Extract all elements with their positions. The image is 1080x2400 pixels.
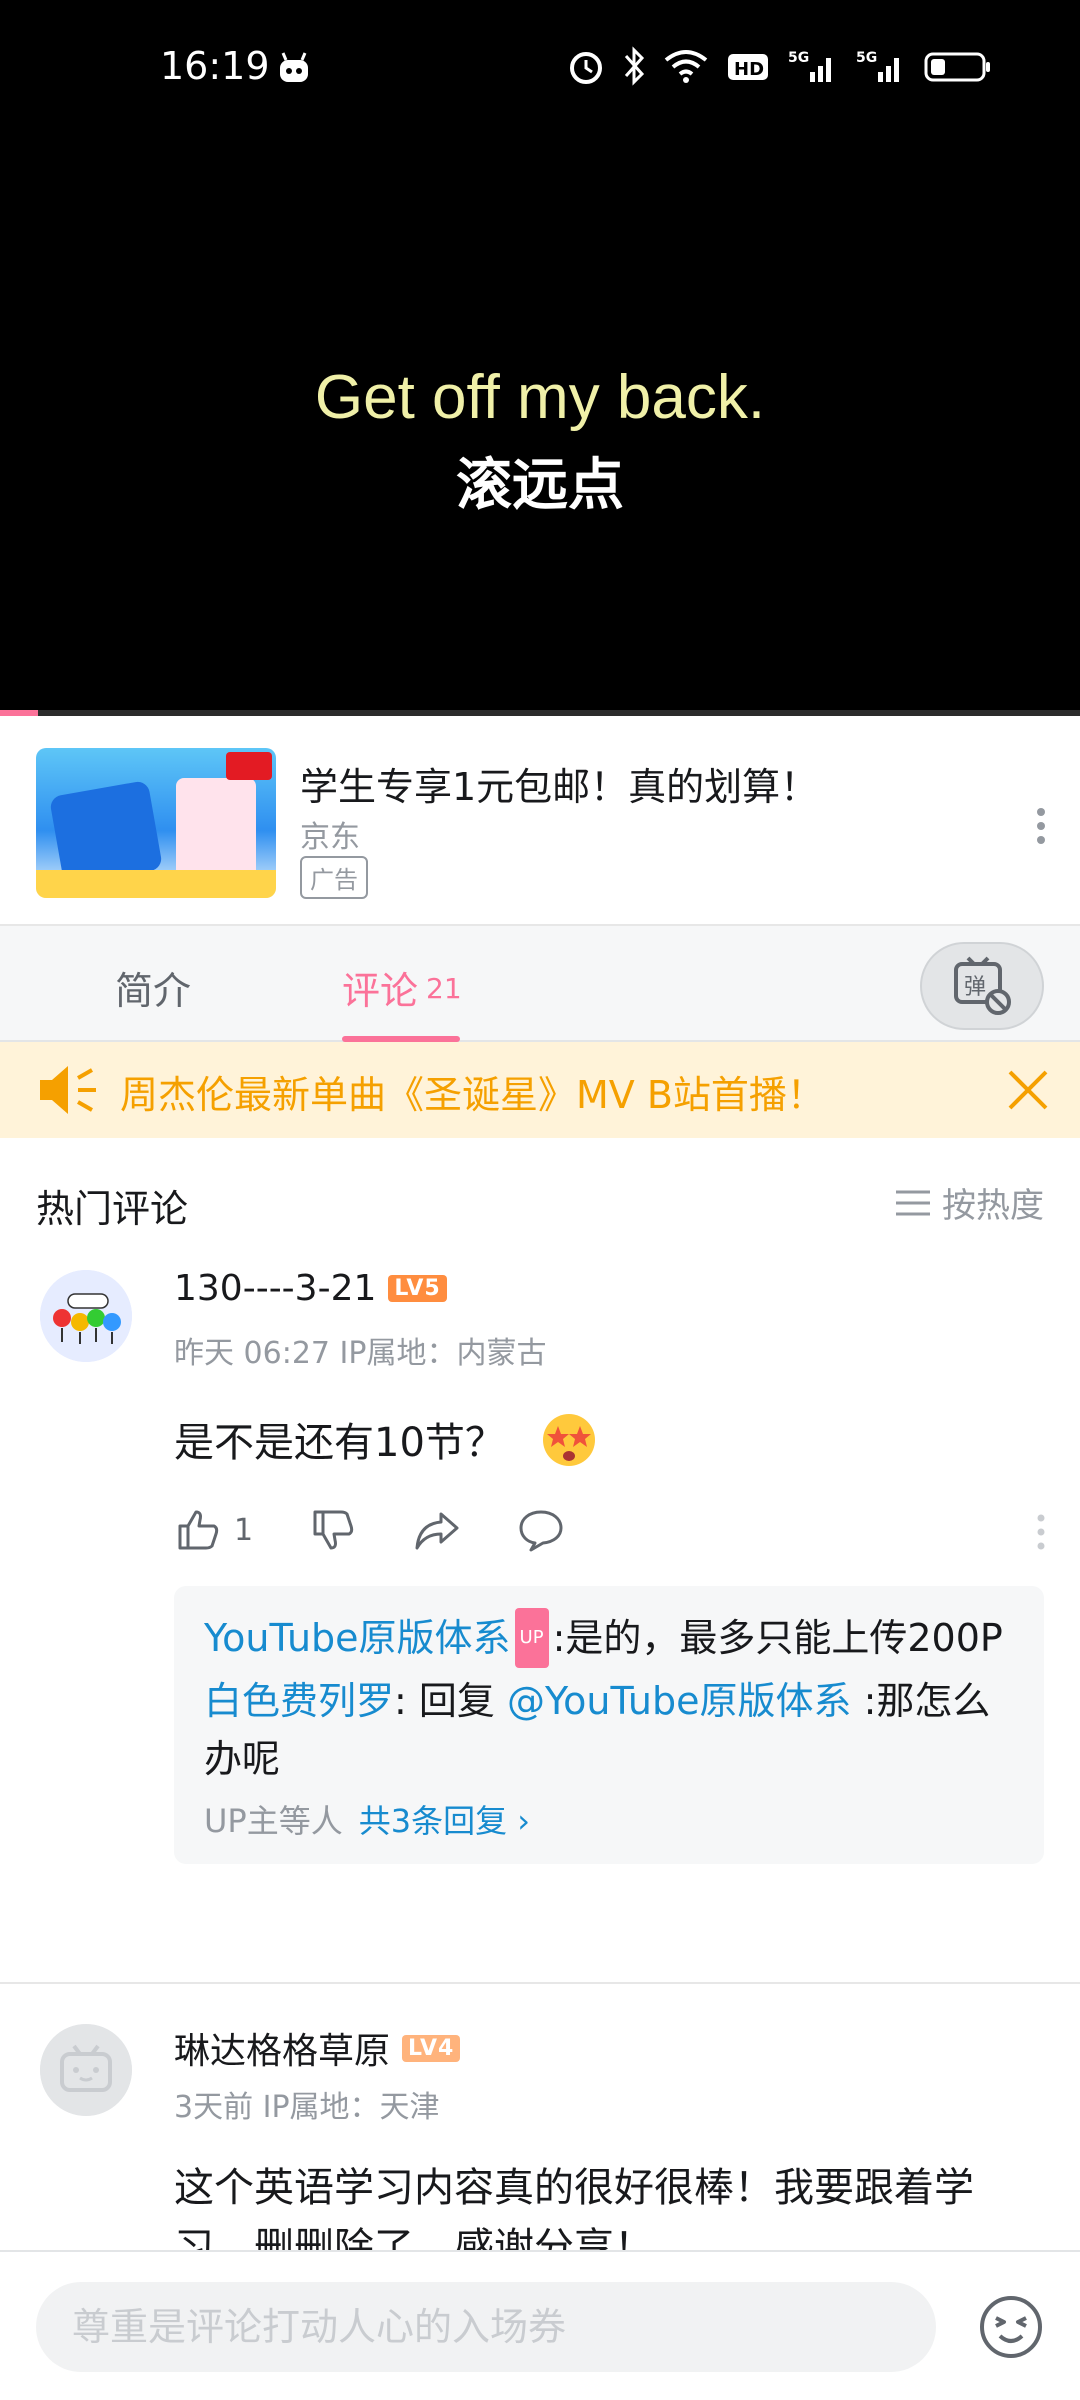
hd-icon: HD <box>728 54 768 80</box>
comment-username[interactable]: 琳达格格草原 LV4 <box>174 2022 461 2074</box>
reply-preview-box[interactable]: YouTube原版体系 UP:是的，最多只能上传200P 白色费列罗: 回复 @Y… <box>174 1586 1044 1864</box>
avatar[interactable] <box>40 1270 132 1362</box>
reply-footer[interactable]: UP主等人 共3条回复 › <box>204 1796 1014 1842</box>
dislike-button[interactable] <box>309 1506 357 1554</box>
tab-intro[interactable]: 简介 <box>115 960 191 1015</box>
svg-text:HD: HD <box>734 59 764 80</box>
hot-comments-title: 热门评论 <box>36 1187 189 1231</box>
level-badge: LV4 <box>402 2034 461 2062</box>
comment-input[interactable] <box>36 2282 936 2372</box>
comment-text: 是不是还有10节？ <box>174 1408 1044 1473</box>
reply-item[interactable]: YouTube原版体系 UP:是的，最多只能上传200P <box>204 1608 1014 1668</box>
comment-username[interactable]: 130----3-21 LV5 <box>174 1268 447 1309</box>
comment-text-content: 是不是还有10节？ <box>174 1420 505 1466</box>
status-time: 16:19 <box>160 44 270 88</box>
video-tabs: 简介 评论 21 弹 <box>0 926 1080 1042</box>
avatar[interactable] <box>40 2024 132 2116</box>
chat-bubble-icon <box>519 1510 563 1552</box>
avatar-image-icon <box>40 1270 132 1362</box>
announcement-text[interactable]: 周杰伦最新单曲《圣诞星》MV B站首播！ <box>120 1064 825 1119</box>
video-player[interactable]: 16:19 HD 5G 5G Get off my back. 滚远点 <box>0 0 1080 716</box>
announcement-bar[interactable]: 周杰伦最新单曲《圣诞星》MV B站首播！ <box>0 1042 1080 1138</box>
emoji-icon[interactable] <box>978 2294 1044 2360</box>
thumbs-up-icon <box>178 1510 219 1550</box>
thumbs-down-icon <box>313 1510 354 1550</box>
reply-item[interactable]: 白色费列罗: 回复 @YouTube原版体系 :那怎么办呢 <box>204 1672 1014 1788</box>
battery-icon <box>924 52 990 82</box>
level-badge: LV5 <box>388 1275 447 1302</box>
more-options-icon[interactable] <box>1036 806 1046 846</box>
default-avatar-icon <box>40 2024 132 2116</box>
alarm-icon <box>570 52 602 84</box>
status-icons: HD 5G 5G <box>568 46 992 86</box>
reply-footer-prefix: UP主等人 <box>204 1802 343 1840</box>
subtitle-english: Get off my back. <box>314 363 766 432</box>
danmaku-toggle-button[interactable]: 弹 <box>920 942 1044 1030</box>
reply-button[interactable] <box>517 1506 565 1554</box>
subtitle-chinese: 滚远点 <box>456 453 624 518</box>
bluetooth-icon <box>624 46 645 86</box>
comment-actions: 1 <box>174 1506 621 1554</box>
status-bar: 16:19 HD 5G 5G <box>0 0 1080 140</box>
more-options-icon[interactable] <box>1036 1512 1046 1552</box>
list-icon <box>896 1190 930 1215</box>
signal-5g-icon: 5G <box>856 50 899 82</box>
danmaku-glyph: 弹 <box>964 975 986 1000</box>
comment-input-bar <box>0 2250 1080 2400</box>
wifi-icon <box>664 50 708 83</box>
share-button[interactable] <box>413 1506 461 1554</box>
comment-meta: 昨天 06:27 IP属地：内蒙古 <box>174 1336 547 1371</box>
tab-comments-label: 评论 <box>342 969 419 1013</box>
reply-text: :是的，最多只能上传200P <box>552 1616 1003 1660</box>
username-text: 琳达格格草原 <box>174 2031 391 2072</box>
comment-divider <box>0 1982 1080 1984</box>
sort-label: 按热度 <box>942 1186 1044 1226</box>
svg-text:5G: 5G <box>856 50 877 66</box>
reply-text-prefix: : 回复 <box>394 1679 507 1723</box>
notification-app-icon <box>280 52 308 82</box>
danmaku-off-icon: 弹 <box>954 956 1011 1015</box>
ad-banner[interactable]: 学生专享1元包邮！真的划算！ 京东 广告 <box>0 716 1080 926</box>
reply-username[interactable]: YouTube原版体系 <box>204 1616 511 1660</box>
comment-meta: 3天前 IP属地：天津 <box>174 2090 440 2125</box>
tab-comments[interactable]: 评论 21 <box>342 960 462 1015</box>
ad-brand: 京东 <box>300 820 360 855</box>
reply-username[interactable]: 白色费列罗 <box>204 1679 394 1723</box>
username-text: 130----3-21 <box>174 1268 377 1309</box>
close-icon[interactable] <box>1006 1068 1050 1112</box>
svg-text:5G: 5G <box>788 50 809 66</box>
ad-thumbnail[interactable] <box>36 748 276 898</box>
signal-5g-icon: 5G <box>788 50 831 82</box>
speaker-icon <box>40 1066 96 1114</box>
star-eyes-emoji-icon <box>542 1414 595 1466</box>
tab-comments-count: 21 <box>426 972 462 1005</box>
like-count: 1 <box>234 1512 254 1548</box>
ad-title[interactable]: 学生专享1元包邮！真的划算！ <box>300 756 818 811</box>
share-icon <box>415 1512 459 1550</box>
up-badge: UP <box>514 1608 549 1668</box>
sort-button[interactable]: 按热度 <box>894 1178 1044 1227</box>
view-replies-link[interactable]: 共3条回复 › <box>359 1802 530 1840</box>
ad-tag: 广告 <box>300 856 368 899</box>
reply-mention[interactable]: @YouTube原版体系 <box>507 1679 852 1723</box>
like-button[interactable]: 1 <box>174 1506 253 1554</box>
